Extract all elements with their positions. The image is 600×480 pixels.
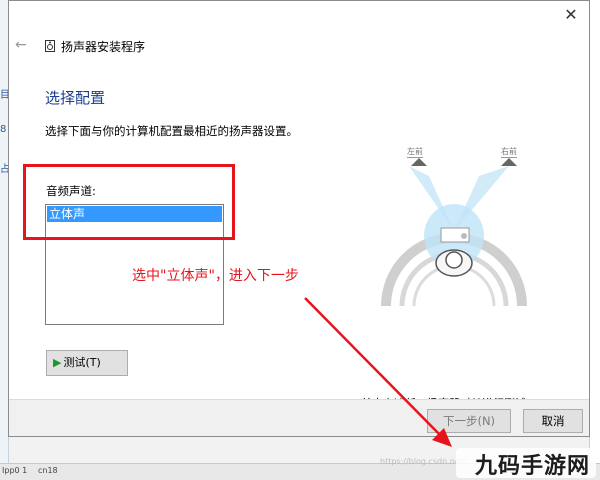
watermark-logo: 九码手游网	[475, 454, 591, 479]
annotation-arrow	[304, 297, 452, 447]
